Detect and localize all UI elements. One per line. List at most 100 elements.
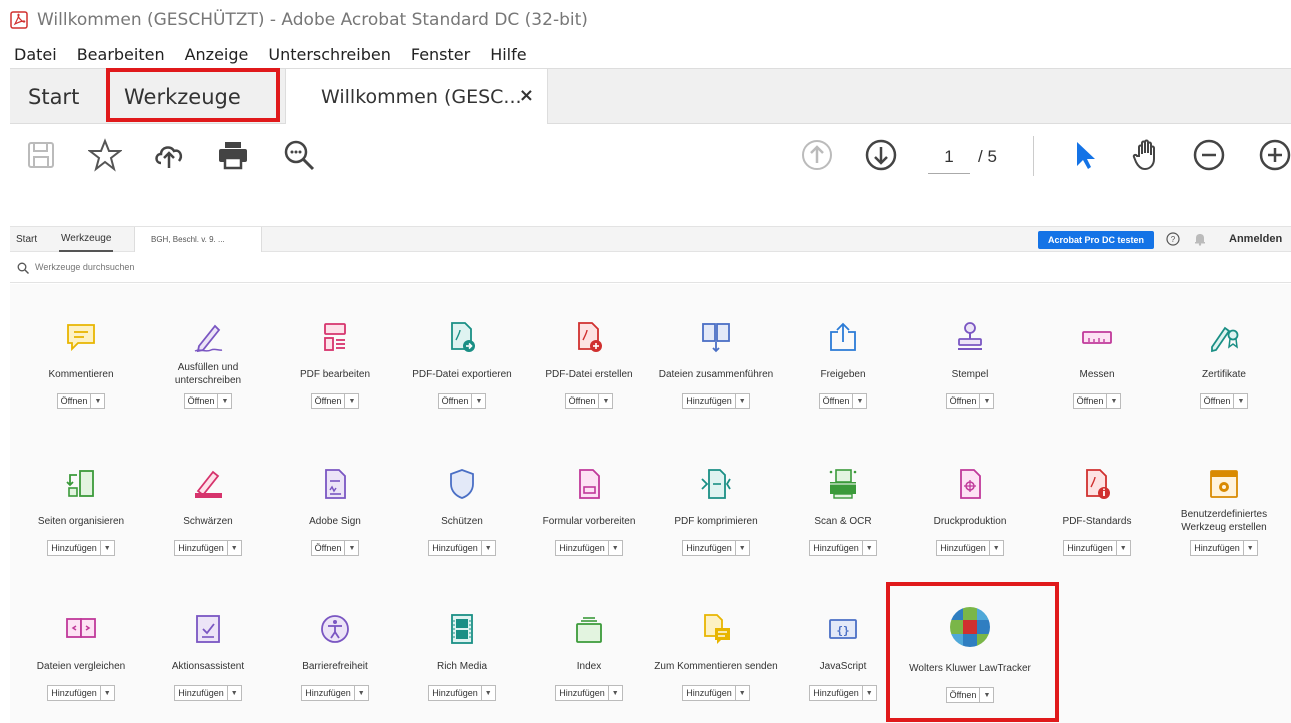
chevron-down-icon[interactable]: ▼ [1233,394,1247,408]
tool-button[interactable]: Hinzufügen ▼ [1063,540,1131,556]
tool-index[interactable]: Index Hinzufügen ▼ [526,612,652,701]
tool-scan-ocr[interactable]: Scan & OCR Hinzufügen ▼ [780,467,906,556]
help-icon[interactable]: ? [1166,232,1180,246]
tool-seiten-organisieren[interactable]: Seiten organisieren Hinzufügen ▼ [18,467,144,556]
chevron-down-icon[interactable]: ▼ [607,541,622,555]
chevron-down-icon[interactable]: ▼ [861,541,876,555]
chevron-down-icon[interactable]: ▼ [226,686,241,700]
tool-pdf-bearbeiten[interactable]: PDF bearbeiten Öffnen ▼ [272,320,398,409]
chevron-down-icon[interactable]: ▼ [734,686,749,700]
tool-formular-vorbereiten[interactable]: Formular vorbereiten Hinzufügen ▼ [526,467,652,556]
tool-button[interactable]: Hinzufügen ▼ [936,540,1004,556]
tool-button[interactable]: Hinzufügen ▼ [1190,540,1258,556]
tool-button[interactable]: Hinzufügen ▼ [47,685,115,701]
tool-pdf-exportieren[interactable]: PDF-Datei exportieren Öffnen ▼ [399,320,525,409]
chevron-down-icon[interactable]: ▼ [607,686,622,700]
tool-zum-kommentieren-senden[interactable]: Zum Kommentieren senden Hinzufügen ▼ [653,612,779,701]
inner-tab-werkzeuge[interactable]: Werkzeuge [59,227,114,252]
chevron-down-icon[interactable]: ▼ [226,541,241,555]
tool-kommentieren[interactable]: Kommentieren Öffnen ▼ [18,320,144,409]
tool-adobe-sign[interactable]: Adobe Sign Öffnen ▼ [272,467,398,556]
tool-rich-media[interactable]: Rich Media Hinzufügen ▼ [399,612,525,701]
tool-ausfuellen-unterschreiben[interactable]: Ausfüllen und unterschreiben Öffnen ▼ [145,320,271,409]
chevron-down-icon[interactable]: ▼ [861,686,876,700]
tool-freigeben[interactable]: Freigeben Öffnen ▼ [780,320,906,409]
menu-bearbeiten[interactable]: Bearbeiten [77,45,165,64]
page-number-input[interactable]: 1 [928,144,970,174]
tool-button[interactable]: Hinzufügen ▼ [555,540,623,556]
notification-bell-icon[interactable] [1193,232,1207,246]
tool-button[interactable]: Öffnen ▼ [818,393,868,409]
tool-button[interactable]: Öffnen ▼ [945,393,995,409]
menu-datei[interactable]: Datei [14,45,57,64]
next-page-icon[interactable] [864,138,898,172]
tool-button[interactable]: Hinzufügen ▼ [682,685,750,701]
tool-button[interactable]: Hinzufügen ▼ [682,393,750,409]
tool-druckproduktion[interactable]: Druckproduktion Hinzufügen ▼ [907,467,1033,556]
tool-button[interactable]: Öffnen ▼ [564,393,614,409]
chevron-down-icon[interactable]: ▼ [480,686,495,700]
menu-anzeige[interactable]: Anzeige [185,45,249,64]
previous-page-icon[interactable] [800,138,834,172]
tab-document[interactable]: Willkommen (GESC... × [285,69,548,125]
select-pointer-icon[interactable] [1068,138,1102,172]
chevron-down-icon[interactable]: ▼ [734,541,749,555]
save-icon[interactable] [24,138,58,172]
tool-button[interactable]: Öffnen ▼ [1072,393,1122,409]
tool-button[interactable]: Hinzufügen ▼ [47,540,115,556]
chevron-down-icon[interactable]: ▼ [99,686,114,700]
tool-button[interactable]: Hinzufügen ▼ [428,685,496,701]
tool-button[interactable]: Hinzufügen ▼ [809,540,877,556]
tool-schuetzen[interactable]: Schützen Hinzufügen ▼ [399,467,525,556]
tool-button[interactable]: Hinzufügen ▼ [428,540,496,556]
chevron-down-icon[interactable]: ▼ [353,686,368,700]
chevron-down-icon[interactable]: ▼ [598,394,612,408]
zoom-in-icon[interactable] [1258,138,1291,172]
find-text-icon[interactable] [282,138,316,172]
chevron-down-icon[interactable]: ▼ [1106,394,1120,408]
tool-button[interactable]: Öffnen ▼ [437,393,487,409]
chevron-down-icon[interactable]: ▼ [99,541,114,555]
tool-stempel[interactable]: Stempel Öffnen ▼ [907,320,1033,409]
tool-button[interactable]: Öffnen ▼ [310,540,360,556]
tool-button[interactable]: Öffnen ▼ [183,393,233,409]
hand-tool-icon[interactable] [1130,138,1164,172]
inner-tab-document[interactable]: BGH, Beschl. v. 9. ... [134,227,262,252]
tool-pdf-erstellen[interactable]: PDF-Datei erstellen Öffnen ▼ [526,320,652,409]
tool-button[interactable]: Hinzufügen ▼ [174,540,242,556]
chevron-down-icon[interactable]: ▼ [480,541,495,555]
tool-button[interactable]: Öffnen ▼ [56,393,106,409]
tool-button[interactable]: Öffnen ▼ [310,393,360,409]
tool-pdf-standards[interactable]: PDF-Standards Hinzufügen ▼ [1034,467,1160,556]
sign-in-link[interactable]: Anmelden [1229,233,1282,245]
chevron-down-icon[interactable]: ▼ [90,394,104,408]
tool-pdf-komprimieren[interactable]: PDF komprimieren Hinzufügen ▼ [653,467,779,556]
chevron-down-icon[interactable]: ▼ [1242,541,1257,555]
cloud-upload-icon[interactable] [152,138,186,172]
bookmark-star-icon[interactable] [87,138,123,172]
tool-zertifikate[interactable]: Zertifikate Öffnen ▼ [1161,320,1287,409]
tool-messen[interactable]: Messen Öffnen ▼ [1034,320,1160,409]
tool-button[interactable]: Hinzufügen ▼ [555,685,623,701]
tool-button[interactable]: Hinzufügen ▼ [174,685,242,701]
tool-barrierefreiheit[interactable]: Barrierefreiheit Hinzufügen ▼ [272,612,398,701]
chevron-down-icon[interactable]: ▼ [979,394,993,408]
menu-fenster[interactable]: Fenster [411,45,470,64]
tool-dateien-zusammenfuehren[interactable]: Dateien zusammenführen Hinzufügen ▼ [653,320,779,409]
chevron-down-icon[interactable]: ▼ [734,394,749,408]
tool-button[interactable]: Hinzufügen ▼ [809,685,877,701]
chevron-down-icon[interactable]: ▼ [217,394,231,408]
close-tab-icon[interactable]: × [519,85,534,106]
chevron-down-icon[interactable]: ▼ [344,394,358,408]
zoom-out-icon[interactable] [1192,138,1226,172]
chevron-down-icon[interactable]: ▼ [988,541,1003,555]
chevron-down-icon[interactable]: ▼ [471,394,485,408]
menu-hilfe[interactable]: Hilfe [490,45,526,64]
tools-search-input[interactable] [35,258,335,276]
tab-start[interactable]: Start [28,69,79,124]
tool-button[interactable]: Hinzufügen ▼ [682,540,750,556]
menu-unterschreiben[interactable]: Unterschreiben [268,45,390,64]
chevron-down-icon[interactable]: ▼ [852,394,866,408]
tool-dateien-vergleichen[interactable]: Dateien vergleichen Hinzufügen ▼ [18,612,144,701]
inner-tab-start[interactable]: Start [16,227,37,252]
